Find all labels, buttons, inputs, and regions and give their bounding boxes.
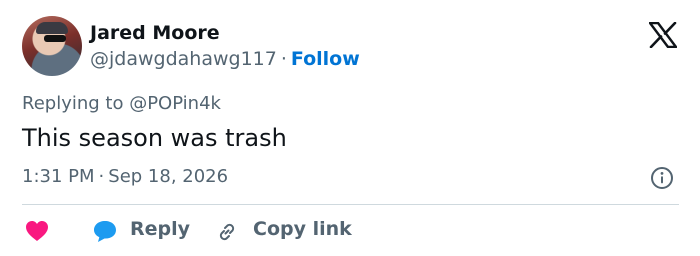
follow-button[interactable]: Follow bbox=[291, 48, 360, 70]
tweet-date: Sep 18, 2026 bbox=[108, 166, 229, 187]
copy-link-label: Copy link bbox=[253, 218, 352, 240]
author-handle-row: @jdawgdahawg117 · Follow bbox=[90, 48, 360, 70]
replying-prefix: Replying to bbox=[22, 93, 130, 114]
timestamp-separator: · bbox=[98, 166, 105, 187]
link-icon bbox=[219, 223, 235, 241]
embedded-tweet-card: Jared Moore @jdawgdahawg117 · Follow Reply… bbox=[0, 0, 700, 256]
tweet-time: 1:31 PM bbox=[22, 166, 95, 187]
avatar[interactable] bbox=[22, 16, 82, 76]
heart-icon[interactable] bbox=[25, 220, 49, 242]
divider bbox=[22, 204, 679, 205]
author-name[interactable]: Jared Moore bbox=[90, 22, 220, 44]
avatar-hat bbox=[36, 22, 68, 34]
author-handle[interactable]: @jdawgdahawg117 bbox=[90, 48, 277, 70]
avatar-sunglasses bbox=[44, 35, 66, 42]
info-icon[interactable] bbox=[650, 166, 674, 190]
speech-bubble-icon bbox=[94, 221, 116, 242]
reply-target-handle[interactable]: @POPin4k bbox=[129, 93, 221, 114]
replying-to: Replying to @POPin4k bbox=[22, 93, 221, 114]
reply-label: Reply bbox=[130, 218, 191, 240]
handle-separator: · bbox=[280, 48, 287, 70]
tweet-text: This season was trash bbox=[22, 124, 287, 152]
x-logo-icon[interactable] bbox=[649, 22, 677, 48]
tweet-timestamp[interactable]: 1:31 PM · Sep 18, 2026 bbox=[22, 166, 228, 187]
